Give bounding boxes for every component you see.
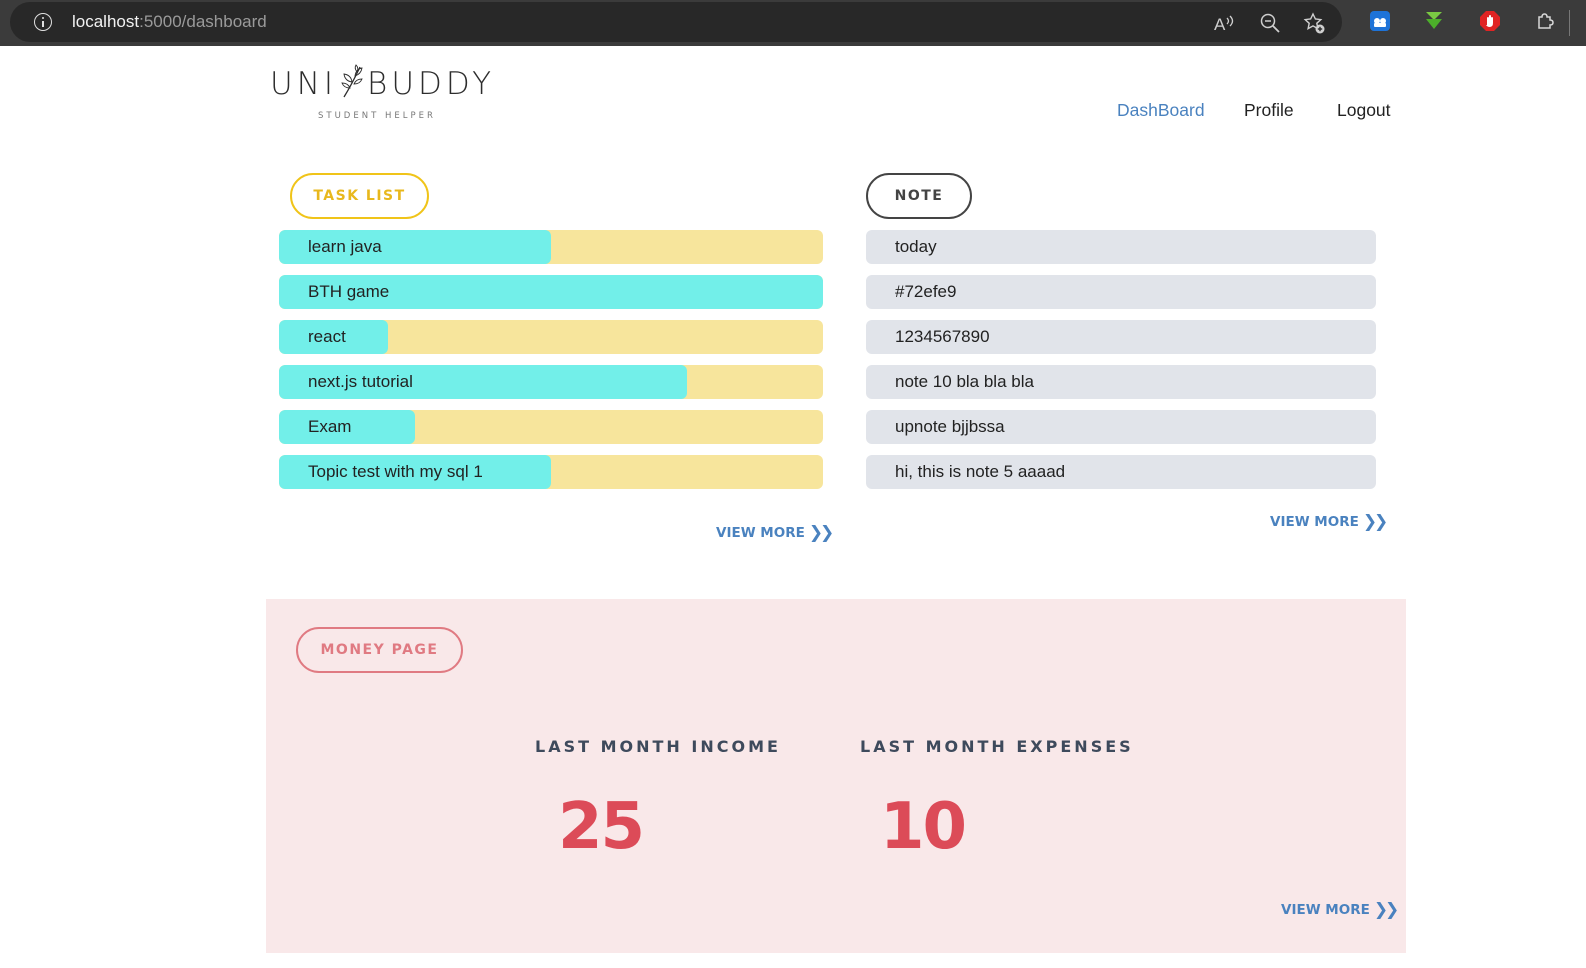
double-chevron-right-icon: ❯❯ — [1373, 900, 1399, 920]
extensions-icon[interactable] — [1533, 9, 1557, 33]
money-view-more-link[interactable]: VIEW MORE ❯❯ — [1281, 900, 1399, 920]
logo-wordmark: UNI BUDDY — [270, 64, 495, 102]
nav-profile[interactable]: Profile — [1244, 100, 1294, 121]
logo-text-right: BUDDY — [367, 66, 496, 102]
browser-toolbar: localhost:5000/dashboard A — [0, 0, 1586, 46]
note-label: #72efe9 — [895, 282, 957, 301]
income-value: 25 — [558, 790, 645, 864]
toolbar-divider — [1569, 10, 1570, 36]
note-item[interactable]: hi, this is note 5 aaaad — [866, 455, 1376, 489]
task-label: Topic test with my sql 1 — [308, 462, 483, 481]
expenses-label: LAST MONTH EXPENSES — [860, 737, 1134, 756]
expenses-value: 10 — [880, 790, 967, 864]
task-item[interactable]: BTH game — [279, 275, 823, 309]
address-bar[interactable]: localhost:5000/dashboard A — [10, 2, 1342, 42]
task-label: learn java — [308, 237, 382, 256]
note-item[interactable]: note 10 bla bla bla — [866, 365, 1376, 399]
svg-text:A: A — [1214, 15, 1226, 34]
note-item[interactable]: 1234567890 — [866, 320, 1376, 354]
note-label: upnote bjjbssa — [895, 417, 1005, 436]
note-button[interactable]: NOTE — [866, 173, 972, 219]
info-icon[interactable] — [34, 13, 52, 31]
tasks-view-more-link[interactable]: VIEW MORE ❯❯ — [716, 523, 834, 543]
notes-view-more-link[interactable]: VIEW MORE ❯❯ — [1270, 512, 1388, 532]
translate-extension-icon[interactable] — [1368, 9, 1392, 33]
task-item[interactable]: react — [279, 320, 823, 354]
download-extension-icon[interactable] — [1422, 9, 1446, 33]
adblock-extension-icon[interactable] — [1478, 9, 1502, 33]
note-item[interactable]: #72efe9 — [866, 275, 1376, 309]
task-item[interactable]: next.js tutorial — [279, 365, 823, 399]
nav-dashboard[interactable]: DashBoard — [1117, 100, 1205, 121]
double-chevron-right-icon: ❯❯ — [1362, 512, 1388, 532]
money-page-button[interactable]: MONEY PAGE — [296, 627, 463, 673]
read-aloud-icon[interactable]: A — [1212, 11, 1236, 35]
notes-view-more-label: VIEW MORE — [1270, 514, 1359, 530]
logo-tagline: STUDENT HELPER — [318, 111, 436, 121]
money-view-more-label: VIEW MORE — [1281, 902, 1370, 918]
double-chevron-right-icon: ❯❯ — [808, 523, 834, 543]
add-favorite-icon[interactable] — [1302, 11, 1326, 35]
tasks-view-more-label: VIEW MORE — [716, 525, 805, 541]
task-list-button[interactable]: TASK LIST — [290, 173, 429, 219]
nav-logout[interactable]: Logout — [1337, 100, 1391, 121]
url-path: :5000/dashboard — [139, 12, 267, 31]
url-text[interactable]: localhost:5000/dashboard — [72, 12, 267, 32]
task-item[interactable]: Exam — [279, 410, 823, 444]
logo-text-left: UNI — [270, 66, 338, 102]
task-item[interactable]: Topic test with my sql 1 — [279, 455, 823, 489]
note-item[interactable]: upnote bjjbssa — [866, 410, 1376, 444]
task-label: react — [308, 327, 346, 346]
zoom-out-icon[interactable] — [1258, 11, 1282, 35]
task-label: Exam — [308, 417, 352, 436]
task-item[interactable]: learn java — [279, 230, 823, 264]
note-label: today — [895, 237, 937, 256]
task-label: next.js tutorial — [308, 372, 413, 391]
leaf-icon — [339, 64, 365, 100]
url-host: localhost — [72, 12, 140, 31]
unibuddy-logo[interactable]: UNI BUDDY STUDENT HELPER — [270, 64, 491, 124]
note-label: hi, this is note 5 aaaad — [895, 462, 1066, 481]
note-label: 1234567890 — [895, 327, 990, 346]
note-label: note 10 bla bla bla — [895, 372, 1034, 391]
task-label: BTH game — [308, 282, 390, 301]
note-item[interactable]: today — [866, 230, 1376, 264]
income-label: LAST MONTH INCOME — [535, 737, 781, 756]
